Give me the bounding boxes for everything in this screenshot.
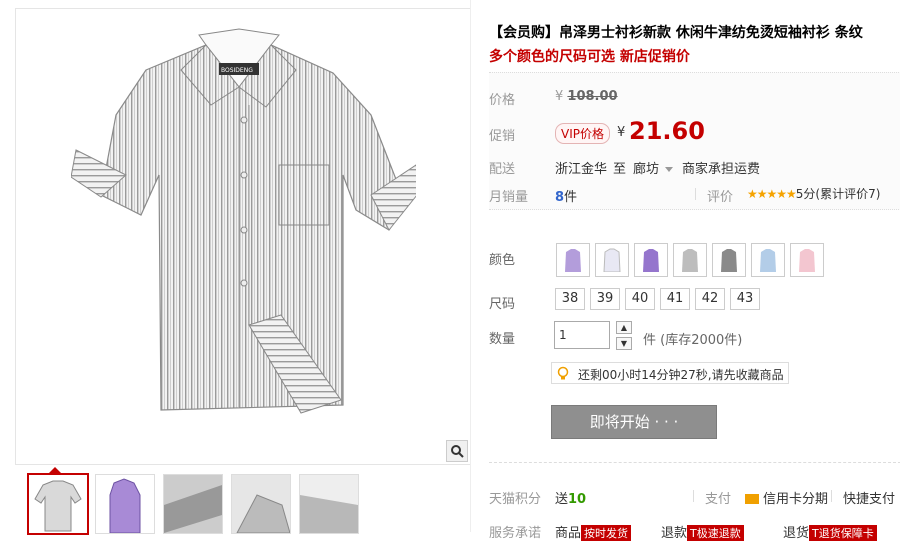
price-box: 价格 ¥ 108.00 促销 VIP价格 ¥ 21.60 配送 浙江金华 至 廊… bbox=[489, 72, 900, 210]
shirt-image: BOSIDENG bbox=[71, 28, 416, 414]
thumbnail-strip bbox=[15, 467, 470, 535]
color-swatch-dark-gray[interactable] bbox=[712, 243, 746, 277]
quantity-increase-button[interactable]: ▲ bbox=[616, 321, 632, 334]
points-label: 天猫积分 bbox=[489, 492, 542, 507]
main-product-image[interactable]: BOSIDENG bbox=[15, 8, 471, 465]
size-label: 尺码 bbox=[489, 297, 516, 312]
payment-label: 支付 bbox=[705, 492, 732, 507]
divider bbox=[693, 490, 694, 502]
ship-to-word: 至 bbox=[613, 162, 627, 177]
product-subtitle: 多个颜色的尺码可选 新店促销价 bbox=[489, 49, 690, 65]
size-option-40[interactable]: 40 bbox=[625, 288, 655, 310]
quantity-label: 数量 bbox=[489, 332, 516, 347]
thumbnail-purple-shirt[interactable] bbox=[95, 474, 155, 534]
chevron-down-icon bbox=[665, 167, 674, 172]
color-swatch-pink[interactable] bbox=[790, 243, 824, 277]
size-option-42[interactable]: 42 bbox=[695, 288, 725, 310]
star-rating-icon: ★★★★★ bbox=[747, 187, 797, 201]
promo-label: 促销 bbox=[489, 129, 516, 144]
credit-card-installment[interactable]: 信用卡分期 bbox=[745, 488, 828, 507]
thumbnail-collar-detail[interactable] bbox=[231, 474, 291, 534]
divider bbox=[831, 490, 832, 502]
color-swatch-white[interactable] bbox=[595, 243, 629, 277]
svg-text:BOSIDENG: BOSIDENG bbox=[221, 67, 253, 74]
color-swatch-purple[interactable] bbox=[556, 243, 590, 277]
product-title: 【会员购】帛泽男士衬衫新款 休闲牛津纺免烫短袖衬衫 条纹 bbox=[489, 25, 863, 41]
vip-price-tag: VIP价格 bbox=[555, 123, 610, 144]
review-score[interactable]: ★★★★★5分(累计评价7) bbox=[747, 185, 880, 202]
monthly-sales-value: 8件 bbox=[555, 190, 578, 205]
ship-destination-select[interactable]: 廊坊 bbox=[633, 158, 674, 177]
points-value: 送10 bbox=[555, 492, 587, 507]
current-price: 21.60 bbox=[629, 117, 705, 145]
thumbnail-cuff-detail[interactable] bbox=[299, 474, 359, 534]
credit-card-icon bbox=[745, 494, 759, 504]
color-swatch-blue[interactable] bbox=[751, 243, 785, 277]
product-info-panel: 【会员购】帛泽男士衬衫新款 休闲牛津纺免烫短袖衬衫 条纹 多个颜色的尺码可选 新… bbox=[470, 0, 900, 541]
color-label: 颜色 bbox=[489, 253, 516, 268]
size-option-43[interactable]: 43 bbox=[730, 288, 760, 310]
size-option-38[interactable]: 38 bbox=[555, 288, 585, 310]
thumbnail-fabric-detail[interactable] bbox=[163, 474, 223, 534]
countdown-text: 还剩00小时14分钟27秒,请先收藏商品 bbox=[578, 368, 784, 382]
color-swatch-gray[interactable] bbox=[673, 243, 707, 277]
lightbulb-icon bbox=[557, 366, 569, 380]
size-option-39[interactable]: 39 bbox=[590, 288, 620, 310]
original-price: ¥ 108.00 bbox=[555, 89, 618, 104]
divider bbox=[695, 188, 696, 200]
currency-symbol: ¥ bbox=[617, 125, 626, 140]
stock-text: 件 (库存2000件) bbox=[643, 333, 743, 348]
shipping-label: 配送 bbox=[489, 162, 516, 177]
monthly-sales-label: 月销量 bbox=[489, 190, 529, 205]
thumbnail-gray-shirt[interactable] bbox=[27, 473, 89, 535]
ship-from: 浙江金华 bbox=[555, 162, 608, 177]
price-label: 价格 bbox=[489, 93, 516, 108]
countdown-notice: 还剩00小时14分钟27秒,请先收藏商品 bbox=[551, 362, 789, 384]
quantity-input[interactable]: 1 bbox=[554, 321, 610, 349]
zoom-icon[interactable] bbox=[446, 440, 468, 462]
quantity-decrease-button[interactable]: ▼ bbox=[616, 337, 632, 350]
quick-pay[interactable]: 快捷支付 bbox=[843, 488, 895, 507]
shipping-fee: 商家承担运费 bbox=[682, 162, 761, 177]
review-label: 评价 bbox=[707, 190, 734, 205]
color-swatch-violet[interactable] bbox=[634, 243, 668, 277]
size-option-41[interactable]: 41 bbox=[660, 288, 690, 310]
coming-soon-button[interactable]: 即将开始 · · · bbox=[551, 405, 717, 439]
divider bbox=[489, 462, 900, 463]
